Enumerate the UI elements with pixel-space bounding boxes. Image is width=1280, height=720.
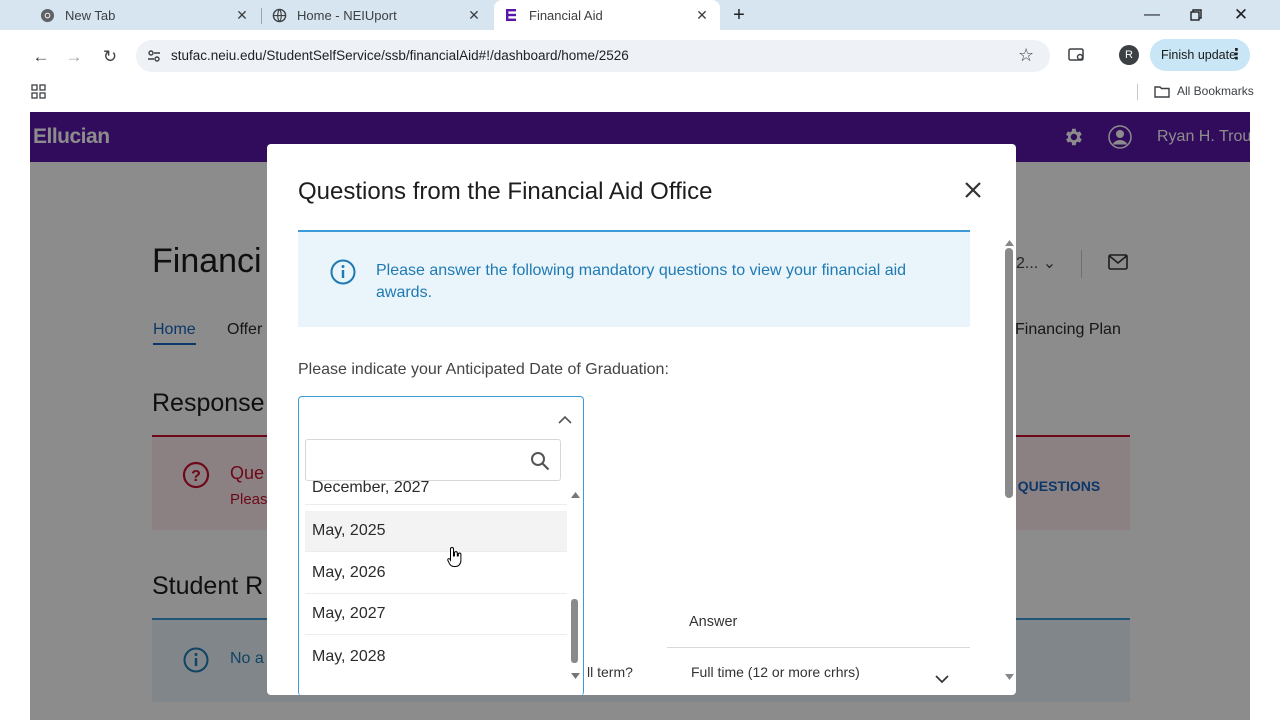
tab-search-icon[interactable] <box>1068 47 1086 68</box>
bookmark-star-icon[interactable]: ☆ <box>1018 45 1034 66</box>
dropdown-scroll-thumb[interactable] <box>571 599 578 663</box>
tab-title: Home - NEIUport <box>297 7 397 23</box>
bookmark-divider <box>1137 84 1138 100</box>
answer-column-header: Answer <box>689 614 738 630</box>
enrollment-answer-select[interactable]: Full time (12 or more crhrs) <box>691 664 860 680</box>
url-text[interactable]: stufac.neiu.edu/StudentSelfService/ssb/f… <box>171 48 629 63</box>
tab-strip: New Tab ✕ Home - NEIUport ✕ Financial Ai… <box>0 0 1280 30</box>
search-field[interactable] <box>312 448 522 472</box>
browser-window: New Tab ✕ Home - NEIUport ✕ Financial Ai… <box>0 0 1280 720</box>
new-tab-icon[interactable]: + <box>728 4 750 26</box>
close-window-icon[interactable]: ✕ <box>1230 4 1252 26</box>
minimize-icon[interactable]: — <box>1141 4 1163 26</box>
tab-title: Financial Aid <box>529 7 603 23</box>
option-label: May, 2027 <box>312 605 386 622</box>
option-label: May, 2026 <box>312 564 386 581</box>
chevron-down-icon[interactable] <box>935 671 949 689</box>
apps-grid-icon[interactable] <box>31 84 46 104</box>
browser-toolbar: ← → ↻ stufac.neiu.edu/StudentSelfService… <box>0 30 1280 82</box>
dialog-scrollbar[interactable] <box>1005 236 1014 680</box>
scroll-up-arrow-icon[interactable] <box>571 485 580 503</box>
restore-icon[interactable] <box>1185 4 1207 26</box>
tab-home-neiuport[interactable]: Home - NEIUport ✕ <box>262 0 492 30</box>
dropdown-option[interactable]: May, 2027 <box>305 594 567 635</box>
all-bookmarks-label: All Bookmarks <box>1177 84 1254 98</box>
option-label: May, 2025 <box>312 522 386 539</box>
page-margin-left <box>0 112 30 720</box>
address-bar[interactable]: stufac.neiu.edu/StudentSelfService/ssb/f… <box>136 40 1050 72</box>
forward-arrow-icon[interactable]: → <box>63 46 85 68</box>
dropdown-option[interactable]: May, 2028 <box>305 636 567 677</box>
dialog-title: Questions from the Financial Aid Office <box>298 178 713 205</box>
close-icon[interactable]: ✕ <box>234 7 250 23</box>
info-message: Please answer the following mandatory qu… <box>376 262 907 301</box>
graduation-date-dropdown[interactable]: December, 2027 May, 2025 May, 2026 May, … <box>298 396 584 695</box>
all-bookmarks-button[interactable]: All Bookmarks <box>1154 84 1254 98</box>
tab-financial-aid[interactable]: Financial Aid ✕ <box>494 0 720 30</box>
site-info-icon[interactable] <box>146 48 162 69</box>
dialog-scroll-thumb[interactable] <box>1005 248 1013 498</box>
financial-aid-questions-dialog: Questions from the Financial Aid Office … <box>267 144 1016 695</box>
chevron-up-icon[interactable] <box>558 411 572 429</box>
folder-icon <box>1154 85 1170 98</box>
scroll-down-arrow-icon[interactable] <box>1005 668 1014 686</box>
globe-icon <box>271 7 287 23</box>
page-margin-right <box>1250 112 1280 720</box>
mandatory-questions-info: Please answer the following mandatory qu… <box>298 230 970 327</box>
profile-avatar[interactable]: R <box>1119 45 1139 65</box>
chrome-icon <box>39 7 55 23</box>
graduation-date-question: Please indicate your Anticipated Date of… <box>298 361 669 378</box>
dropdown-option[interactable]: May, 2025 <box>305 511 567 552</box>
tab-title: New Tab <box>65 7 116 23</box>
more-options-icon[interactable]: ⋮ <box>1229 45 1244 63</box>
dropdown-option[interactable]: May, 2026 <box>305 553 567 594</box>
hand-cursor-icon <box>447 546 463 573</box>
close-icon[interactable] <box>961 178 985 202</box>
bookmarks-bar: All Bookmarks <box>0 82 1280 112</box>
option-label: December, 2027 <box>312 478 430 496</box>
finish-update-label: Finish update <box>1161 48 1237 62</box>
enrollment-answer-value: Full time (12 or more crhrs) <box>691 664 860 680</box>
dropdown-option[interactable]: December, 2027 <box>305 471 567 505</box>
close-icon[interactable]: ✕ <box>466 7 482 23</box>
table-divider <box>667 647 970 648</box>
info-icon <box>330 259 356 285</box>
finish-update-button[interactable]: Finish update ⋮ <box>1150 39 1250 71</box>
scroll-down-arrow-icon[interactable] <box>571 667 580 685</box>
tab-new-tab[interactable]: New Tab ✕ <box>30 0 260 30</box>
reload-icon[interactable]: ↻ <box>99 46 121 68</box>
close-icon[interactable]: ✕ <box>694 7 710 23</box>
ellucian-favicon-icon <box>503 7 519 23</box>
option-label: May, 2028 <box>312 647 386 665</box>
dropdown-scrollbar[interactable] <box>570 485 580 679</box>
back-arrow-icon[interactable]: ← <box>30 46 52 68</box>
enrollment-question-fragment: ll term? <box>587 664 633 680</box>
